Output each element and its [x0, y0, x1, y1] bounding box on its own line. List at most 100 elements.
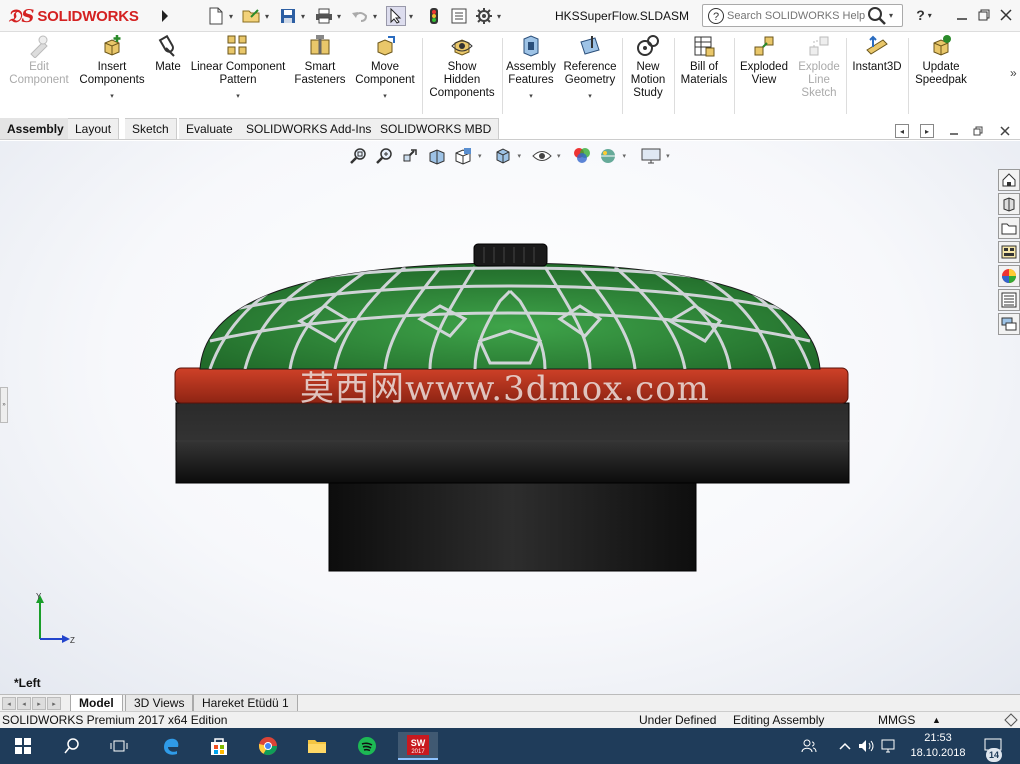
- svg-text:?: ?: [713, 11, 719, 23]
- minimize-icon: [957, 18, 967, 20]
- system-clock[interactable]: 21:53 18.10.2018: [903, 731, 973, 761]
- ribbon-button-label: Speedpak: [915, 74, 967, 86]
- options-dropdown-icon[interactable]: ▾: [495, 12, 503, 21]
- smart-fasteners-icon: [308, 34, 332, 58]
- ribbon-button-label: Line: [808, 74, 830, 86]
- solidworks-logo[interactable]: 𝔇S SOLIDWORKS: [8, 2, 156, 30]
- ribbon-dropdown-icon[interactable]: ▾: [236, 90, 240, 103]
- new-dropdown-icon[interactable]: ▾: [227, 12, 235, 21]
- open-dropdown-icon[interactable]: ▾: [263, 12, 271, 21]
- save-dropdown-icon[interactable]: ▾: [299, 12, 307, 21]
- ribbon-dropdown-icon[interactable]: ▾: [110, 90, 114, 103]
- open-icon[interactable]: [242, 6, 262, 26]
- ribbon-dropdown-icon[interactable]: ▾: [588, 90, 592, 103]
- select-dropdown-icon[interactable]: ▾: [407, 12, 415, 21]
- ribbon-button-label: Components: [429, 87, 495, 99]
- ribbon-button-label: Smart: [304, 61, 336, 73]
- menu-expand-icon[interactable]: [160, 8, 170, 24]
- model-view-tabs: ◂ ◂ ▸ ▸ Model 3D Views Hareket Etüdü 1: [0, 694, 1020, 711]
- people-icon[interactable]: [800, 737, 818, 755]
- ribbon-button-explode-line[interactable]: Explode Line Sketch: [798, 34, 840, 100]
- tab-solidworks-mbd[interactable]: SOLIDWORKS MBD: [373, 118, 500, 139]
- save-icon[interactable]: [278, 6, 298, 26]
- volume-icon[interactable]: [858, 737, 876, 755]
- axis-triad: Y Z: [36, 592, 75, 645]
- definition-status: Under Defined: [639, 713, 717, 727]
- tab-first-icon[interactable]: ◂: [2, 697, 16, 710]
- options-gear-icon[interactable]: [474, 6, 494, 26]
- model-tab-model[interactable]: Model: [70, 695, 123, 711]
- ribbon-button-mate[interactable]: Mate: [154, 34, 182, 74]
- ribbon-dropdown-icon[interactable]: ▾: [529, 90, 533, 103]
- spotify-icon[interactable]: [352, 732, 382, 760]
- undo-icon[interactable]: [350, 6, 370, 26]
- ribbon-button-speedpak[interactable]: Update Speedpak: [914, 34, 968, 87]
- ribbon-button-insert-components[interactable]: Insert Components ▾: [79, 34, 145, 103]
- svg-text:SW: SW: [411, 738, 426, 748]
- rebuild-icon[interactable]: [424, 6, 444, 26]
- ribbon-more-button[interactable]: »: [1010, 66, 1017, 80]
- select-icon[interactable]: [386, 6, 406, 26]
- search-icon[interactable]: [867, 6, 887, 26]
- edit-component-icon: [27, 34, 51, 59]
- ribbon-button-show-hidden[interactable]: Show Hidden Components: [429, 34, 495, 100]
- ribbon-button-motion-study[interactable]: New Motion Study: [628, 34, 668, 100]
- viewport-next-icon[interactable]: ▸: [920, 124, 934, 138]
- print-dropdown-icon[interactable]: ▾: [335, 12, 343, 21]
- tab-assembly[interactable]: Assembly: [0, 118, 72, 139]
- help-search-box[interactable]: ? ▾: [702, 4, 903, 27]
- ribbon-button-label: Assembly: [506, 61, 556, 73]
- minimize-button[interactable]: [950, 4, 974, 26]
- chrome-icon[interactable]: [253, 732, 283, 760]
- solidworks-taskbar-icon[interactable]: SW 2017: [398, 732, 438, 760]
- microsoft-store-icon[interactable]: [204, 732, 234, 760]
- ribbon-dropdown-icon[interactable]: ▾: [383, 90, 387, 103]
- network-icon[interactable]: [880, 737, 898, 755]
- tab-last-icon[interactable]: ▸: [47, 697, 61, 710]
- model-tab-hareket-et-d-1[interactable]: Hareket Etüdü 1: [193, 695, 298, 711]
- task-view-icon[interactable]: [104, 732, 134, 760]
- restore-button[interactable]: [972, 4, 996, 26]
- tab-evaluate[interactable]: Evaluate: [179, 118, 241, 139]
- tab-next-icon[interactable]: ▸: [32, 697, 46, 710]
- model-tab-3d-views[interactable]: 3D Views: [125, 695, 194, 711]
- print-icon[interactable]: [314, 6, 334, 26]
- tab-solidworks-add-ins[interactable]: SOLIDWORKS Add-Ins: [239, 118, 380, 139]
- ribbon-button-reference-geometry[interactable]: Reference Geometry ▾: [563, 34, 617, 103]
- viewport-close-icon[interactable]: [998, 124, 1012, 138]
- ribbon-button-move-component[interactable]: Move Component ▾: [354, 34, 416, 103]
- unit-system-button[interactable]: MMGS: [878, 713, 915, 727]
- new-document-icon[interactable]: [206, 6, 226, 26]
- taskbar-search-icon[interactable]: [57, 732, 87, 760]
- tab-sketch[interactable]: Sketch: [125, 118, 177, 139]
- close-button[interactable]: [994, 4, 1018, 26]
- undo-dropdown-icon[interactable]: ▾: [371, 12, 379, 21]
- show-hidden-icons-icon[interactable]: [836, 737, 854, 755]
- viewport-prev-icon[interactable]: ◂: [895, 124, 909, 138]
- ribbon-button-exploded-view[interactable]: Exploded View: [740, 34, 788, 87]
- ribbon-button-edit-component[interactable]: Edit Component: [8, 34, 70, 87]
- ribbon-button-bom[interactable]: Bill of Materials: [680, 34, 728, 87]
- ribbon-button-label: Edit: [29, 61, 49, 73]
- ribbon-button-assembly-features[interactable]: Assembly Features ▾: [506, 34, 556, 103]
- triad-z-label: Z: [70, 636, 75, 645]
- help-button[interactable]: ? ▾: [912, 4, 936, 26]
- air-filter-model[interactable]: [0, 141, 1020, 694]
- edge-browser-icon[interactable]: [156, 732, 186, 760]
- graphics-area[interactable]: ▾ ▾ ▾ ▾ ▾ » 莫西网www.3dmox.com Y Z *Left: [0, 141, 1020, 694]
- tab-prev-icon[interactable]: ◂: [17, 697, 31, 710]
- file-explorer-taskbar-icon[interactable]: [302, 732, 332, 760]
- file-properties-icon[interactable]: [449, 6, 469, 26]
- ribbon-button-smart-fasteners[interactable]: Smart Fasteners: [294, 34, 346, 87]
- windows-start-icon[interactable]: [8, 732, 38, 760]
- bom-icon: [692, 34, 716, 58]
- tab-layout[interactable]: Layout: [68, 118, 120, 139]
- units-caret-icon[interactable]: ▲: [932, 715, 941, 725]
- ribbon-button-instant3d[interactable]: Instant3D: [852, 34, 902, 74]
- viewport-minimize-icon[interactable]: [947, 124, 961, 138]
- quick-access-toolbar: ▾ ▾ ▾ ▾ ▾ ▾ ▾: [206, 5, 503, 27]
- search-dropdown-icon[interactable]: ▾: [887, 11, 895, 20]
- ribbon-button-linear-pattern[interactable]: Linear Component Pattern ▾: [190, 34, 286, 103]
- help-search-input[interactable]: [727, 9, 867, 22]
- viewport-restore-icon[interactable]: [971, 124, 985, 138]
